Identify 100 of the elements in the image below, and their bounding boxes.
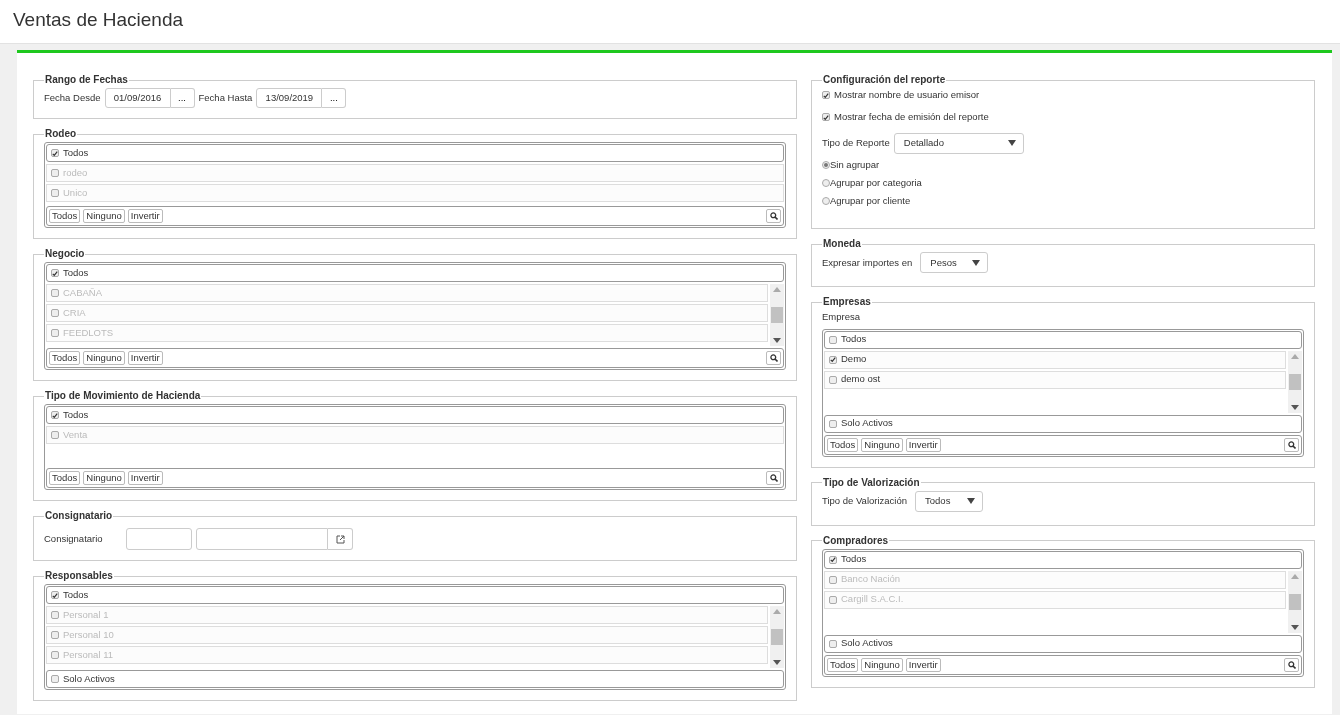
checkbox[interactable] (51, 675, 59, 683)
list-item[interactable]: demo ost (824, 370, 1286, 389)
toolbar-button[interactable]: Todos (49, 351, 81, 365)
option-label: Unico (63, 185, 88, 200)
active-only-row[interactable]: Solo Activos (46, 670, 784, 688)
checkbox[interactable] (822, 91, 830, 100)
option-label: Todos (841, 332, 867, 347)
option-label: demo ost (841, 372, 881, 387)
scroll-up-icon (1291, 573, 1299, 579)
checkbox[interactable] (51, 149, 59, 157)
checkbox[interactable] (829, 639, 837, 648)
option-label: Todos (841, 552, 867, 567)
toolbar-button[interactable]: Todos (827, 437, 859, 452)
option-label: Mostrar fecha de emisión del reporte (834, 110, 989, 125)
search-button[interactable] (1284, 657, 1299, 672)
search-button[interactable] (1284, 437, 1299, 452)
scroll-down-icon (1291, 624, 1299, 630)
toolbar-button[interactable]: Todos (49, 209, 81, 223)
field-label: Tipo de Valorización (822, 493, 908, 508)
checkbox[interactable] (51, 591, 59, 599)
external-link-icon (335, 534, 345, 544)
toolbar-button[interactable]: Ninguno (83, 209, 125, 223)
search-icon (769, 212, 778, 220)
field-label: Consignatario (44, 531, 104, 546)
toolbar-button[interactable]: Invertir (127, 209, 163, 223)
scrollbar[interactable] (1288, 350, 1302, 413)
section-title: Tipo de Valorización (822, 476, 921, 489)
section-title: Responsables (44, 570, 114, 582)
list-item[interactable]: Demo (824, 350, 1286, 369)
toolbar-button[interactable]: Invertir (127, 351, 163, 365)
date-picker-button[interactable]: ... (170, 88, 195, 108)
option-label: Todos (63, 145, 89, 160)
select-dropdown[interactable]: Detallado (893, 132, 1024, 154)
field-label: Fecha Desde (44, 90, 101, 105)
select-all-row[interactable]: Todos (824, 330, 1302, 349)
toolbar-button[interactable]: Invertir (905, 437, 941, 452)
active-only-row[interactable]: Solo Activos (824, 414, 1302, 433)
checkbox[interactable] (829, 419, 837, 428)
checkbox[interactable] (829, 555, 837, 564)
section-title: Moneda (822, 238, 862, 251)
select-all-row[interactable]: Todos (46, 586, 784, 604)
search-icon (1287, 660, 1296, 669)
field-label: Empresa (822, 310, 861, 325)
field-label: Expresar importes en (822, 255, 913, 270)
date-field[interactable]: 01/09/2016 (104, 88, 171, 108)
checkbox[interactable] (51, 269, 59, 277)
search-button[interactable] (766, 209, 781, 223)
scroll-up-icon (773, 287, 781, 292)
section-title: Rodeo (44, 128, 78, 140)
option-label: Solo Activos (841, 416, 893, 431)
search-button[interactable] (766, 471, 781, 485)
scrollbar[interactable] (1288, 570, 1302, 633)
select-all-row[interactable]: Todos (46, 144, 784, 162)
option-label: Personal 10 (63, 627, 114, 642)
scrollbar[interactable] (770, 606, 784, 668)
option-label: Solo Activos (841, 636, 893, 651)
scroll-up-icon (773, 609, 781, 614)
toolbar-button[interactable]: Invertir (127, 471, 163, 485)
date-field[interactable]: 13/09/2019 (256, 88, 323, 108)
open-link-button[interactable] (328, 528, 353, 550)
toolbar-button[interactable]: Todos (49, 471, 81, 485)
date-picker-button[interactable]: ... (322, 88, 347, 108)
section-title: Consignatario (44, 510, 114, 522)
code-field[interactable] (126, 528, 192, 550)
field-label: Fecha Hasta (198, 90, 253, 105)
search-icon (769, 474, 778, 482)
section-title: Configuración del reporte (822, 74, 947, 86)
option-label: CABAÑA (63, 285, 103, 300)
scroll-down-icon (773, 660, 781, 665)
search-button[interactable] (766, 351, 781, 365)
select-all-row[interactable]: Todos (46, 264, 784, 282)
caret-icon (1007, 140, 1016, 146)
select-all-row[interactable]: Todos (46, 406, 784, 424)
search-icon (769, 354, 778, 362)
toolbar-button[interactable]: Ninguno (83, 351, 125, 365)
toolbar-button[interactable]: Ninguno (861, 657, 903, 672)
select-dropdown[interactable]: Pesos (920, 252, 989, 274)
option-label: Agrupar por categoria (830, 175, 922, 190)
select-dropdown[interactable]: Todos (915, 490, 984, 512)
option-label: CRIA (63, 305, 86, 320)
radio-button[interactable] (822, 178, 830, 187)
option-label: Todos (63, 587, 89, 602)
checkbox[interactable] (829, 355, 837, 364)
checkbox[interactable] (829, 375, 837, 384)
select-all-row[interactable]: Todos (824, 550, 1302, 569)
checkbox[interactable] (822, 113, 830, 122)
toolbar-button[interactable]: Todos (827, 657, 859, 672)
radio-button[interactable] (822, 197, 830, 206)
scrollbar[interactable] (770, 284, 784, 346)
radio-button[interactable] (822, 160, 830, 169)
toolbar-button[interactable]: Ninguno (83, 471, 125, 485)
page-title: Ventas de Hacienda (13, 9, 185, 32)
active-only-row[interactable]: Solo Activos (824, 634, 1302, 653)
checkbox[interactable] (829, 335, 837, 344)
option-label: Cargill S.A.C.I. (841, 592, 904, 607)
name-field[interactable] (196, 528, 328, 550)
search-icon (1287, 440, 1296, 449)
checkbox[interactable] (51, 411, 59, 419)
toolbar-button[interactable]: Invertir (905, 657, 941, 672)
toolbar-button[interactable]: Ninguno (861, 437, 903, 452)
